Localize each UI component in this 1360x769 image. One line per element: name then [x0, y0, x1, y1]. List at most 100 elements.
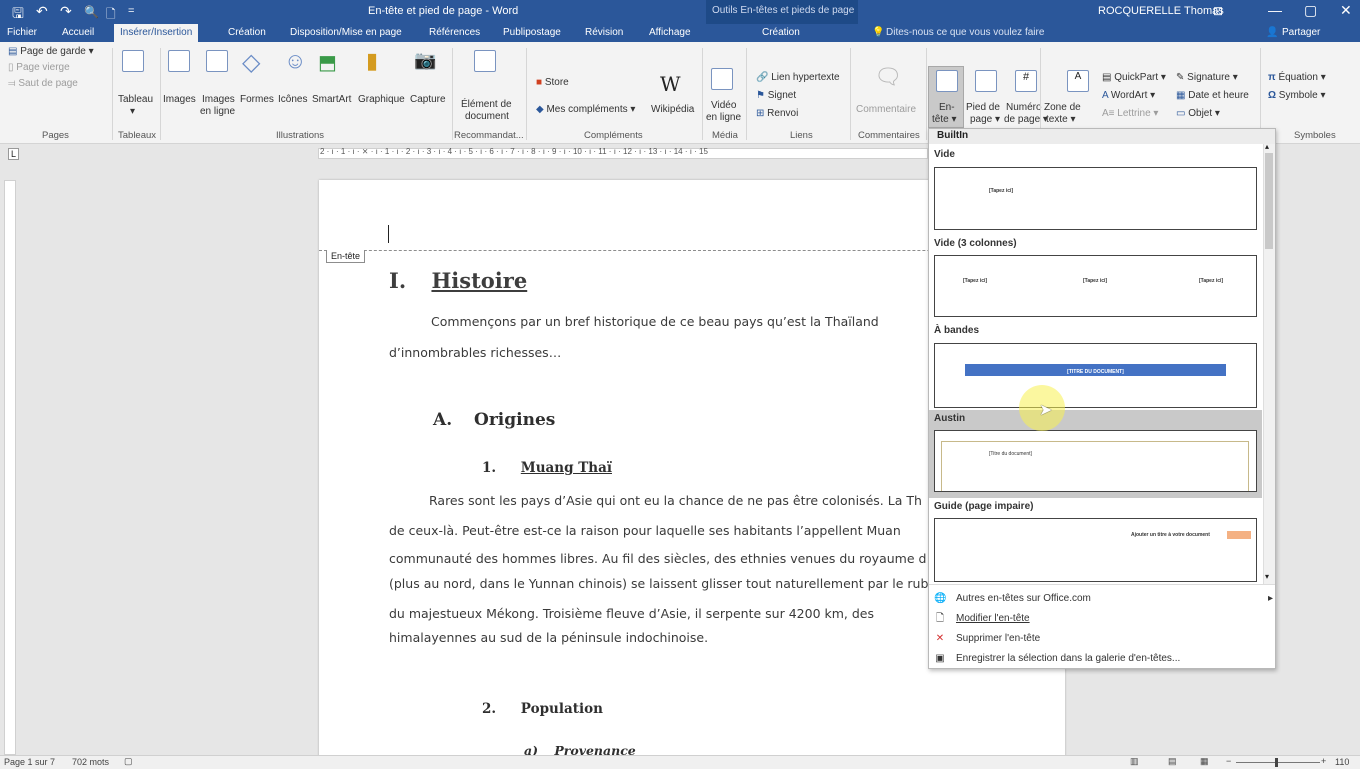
text-box-icon: A [1067, 70, 1089, 92]
hyperlink-button[interactable]: 🔗 Lien hypertexte [756, 72, 840, 83]
zoom-slider[interactable] [1236, 762, 1320, 763]
dropcap-button[interactable]: A≡ Lettrine ▾ [1102, 108, 1158, 119]
tab-publipostage[interactable]: Publipostage [503, 27, 561, 38]
tell-me-search[interactable]: Dites-nous ce que vous voulez faire [886, 27, 1044, 38]
wordart-button[interactable]: A WordArt ▾ [1102, 90, 1155, 101]
web-layout-icon[interactable]: ▦ [1200, 756, 1209, 767]
my-addins-button[interactable]: ◆ Mes compléments ▾ [536, 104, 635, 115]
gallery-label-guide: Guide (page impaire) [934, 501, 1034, 512]
word-count[interactable]: 702 mots [72, 757, 109, 767]
ribbon-options-icon[interactable]: ⊡ [1213, 4, 1223, 18]
page-number-button[interactable]: Numéro [1006, 102, 1042, 114]
images-icon [168, 50, 190, 72]
blank-page-button[interactable]: ▯ Page vierge [8, 62, 70, 73]
store-button[interactable]: ■ Store [536, 77, 569, 88]
tab-inserer[interactable]: Insérer/Insertion [114, 24, 199, 42]
tab-references[interactable]: Références [429, 27, 480, 38]
context-tools-title: Outils En-têtes et pieds de page [712, 5, 855, 16]
menu-item-more-headers[interactable]: 🌐 Autres en-têtes sur Office.com ▸ [934, 593, 1273, 607]
user-name[interactable]: ROCQUERELLE Thomas [1098, 5, 1224, 17]
close-icon[interactable]: ✕ [1340, 2, 1352, 19]
heading-2: A. Origines [433, 410, 556, 430]
page-break-button[interactable]: ⫤ Saut de page [8, 78, 78, 89]
text-box-dropdown[interactable]: texte ▾ [1046, 114, 1075, 126]
chart-button[interactable]: Graphique [358, 94, 405, 106]
gallery-scroll-thumb[interactable] [1265, 153, 1273, 249]
quickpart-button[interactable]: ▤ QuickPart ▾ [1102, 72, 1166, 83]
undo-icon[interactable]: ↶ [36, 3, 48, 20]
tab-revision[interactable]: Révision [585, 27, 623, 38]
tab-selector-icon[interactable]: L [8, 148, 20, 160]
equation-button[interactable]: π Équation ▾ [1268, 72, 1326, 83]
zoom-slider-thumb[interactable] [1275, 758, 1278, 767]
header-gallery[interactable]: BuiltIn ▴ ▾ Vide [Tapez ici] Vide (3 col… [928, 128, 1276, 669]
signature-icon: ✎ [1176, 72, 1188, 83]
my-addins-icon: ◆ [536, 104, 547, 115]
table-icon [122, 50, 144, 72]
tab-accueil[interactable]: Accueil [62, 27, 94, 38]
object-button[interactable]: ▭ Objet ▾ [1176, 108, 1220, 119]
scroll-down-icon[interactable]: ▾ [1265, 572, 1269, 581]
table-dropdown-icon[interactable]: ▾ [130, 106, 135, 118]
symbol-button[interactable]: Ω Symbole ▾ [1268, 90, 1326, 101]
comment-button[interactable]: Commentaire [856, 104, 916, 116]
images-button[interactable]: Images [163, 94, 196, 106]
icons-button[interactable]: Icônes [278, 94, 307, 106]
table-button[interactable]: Tableau [118, 94, 153, 106]
capture-button[interactable]: Capture [410, 94, 446, 106]
online-images-button[interactable]: Images [202, 94, 235, 106]
page-count[interactable]: Page 1 sur 7 [4, 757, 55, 767]
tab-affichage[interactable]: Affichage [649, 27, 691, 38]
zoom-out-icon[interactable]: − [1226, 756, 1231, 766]
redo-icon[interactable]: ↷ [60, 3, 72, 20]
text-box-button[interactable]: Zone de [1044, 102, 1081, 114]
bookmark-button[interactable]: ⚑ Signet [756, 90, 796, 101]
placeholder-text: [Tapez ici] [1083, 278, 1108, 284]
share-button[interactable]: Partager [1282, 27, 1320, 38]
status-bar: Page 1 sur 7 702 mots ▢ ▥ ▤ ▦ − + 110 [0, 755, 1360, 769]
tab-context-creation[interactable]: Création [762, 27, 800, 38]
header-option-austin[interactable]: [Titre du document] [934, 430, 1257, 492]
ribbon-tabs: Fichier Accueil Insérer/Insertion Créati… [0, 24, 1360, 42]
placeholder-text: Ajouter un titre à votre document [1131, 532, 1210, 538]
datetime-button[interactable]: ▦ Date et heure [1176, 90, 1249, 101]
footer-dropdown[interactable]: page ▾ [970, 114, 1000, 126]
tab-fichier[interactable]: Fichier [7, 27, 37, 38]
shapes-button[interactable]: Formes [240, 94, 274, 106]
print-preview-icon[interactable]: 🔍 [84, 5, 99, 19]
gallery-label-austin: Austin [934, 413, 966, 424]
group-label-pages: Pages [42, 130, 69, 141]
wordart-icon: A [1102, 90, 1111, 101]
new-document-icon[interactable]: 🗋 [106, 5, 116, 26]
minimize-icon[interactable]: — [1268, 2, 1282, 18]
print-layout-icon[interactable]: ▤ [1168, 756, 1177, 767]
cover-page-button[interactable]: ▤ Page de garde ▾ [8, 46, 94, 57]
tab-disposition[interactable]: Disposition/Mise en page [290, 27, 402, 38]
group-label-recommended: Recommandat... [454, 130, 524, 141]
footer-button[interactable]: Pied de [966, 102, 1000, 114]
header-option-vide-3-colonnes[interactable]: [Tapez ici] [Tapez ici] [Tapez ici] [934, 255, 1257, 317]
signature-button[interactable]: ✎ Signature ▾ [1176, 72, 1238, 83]
smartart-button[interactable]: SmartArt [312, 94, 351, 106]
header-option-vide[interactable]: [Tapez ici] [934, 167, 1257, 230]
restore-icon[interactable]: ▢ [1304, 2, 1317, 19]
vertical-ruler[interactable] [4, 180, 16, 755]
crossref-button[interactable]: ⊞ Renvoi [756, 108, 798, 119]
header-option-a-bandes[interactable]: [TITRE DU DOCUMENT] [934, 343, 1257, 408]
header-option-guide[interactable]: Ajouter un titre à votre document [934, 518, 1257, 582]
zoom-in-icon[interactable]: + [1321, 756, 1326, 766]
header-dropdown[interactable]: tête ▾ [932, 114, 956, 126]
scroll-up-icon[interactable]: ▴ [1265, 142, 1269, 151]
group-label-illustrations: Illustrations [276, 130, 325, 141]
document-element-button[interactable]: Élément de [461, 99, 512, 111]
page-number-dropdown[interactable]: de page ▾ [1004, 114, 1048, 126]
online-video-button[interactable]: Vidéo [711, 100, 736, 112]
placeholder-text: [Tapez ici] [1199, 278, 1224, 284]
wikipedia-button[interactable]: Wikipédia [651, 104, 694, 116]
header-button[interactable]: En- [939, 102, 955, 114]
read-mode-icon[interactable]: ▥ [1130, 756, 1139, 767]
tab-creation[interactable]: Création [228, 27, 266, 38]
proofing-icon[interactable]: ▢ [124, 756, 133, 767]
zoom-level[interactable]: 110 [1335, 757, 1349, 767]
customize-qat-icon[interactable]: = [128, 5, 134, 17]
